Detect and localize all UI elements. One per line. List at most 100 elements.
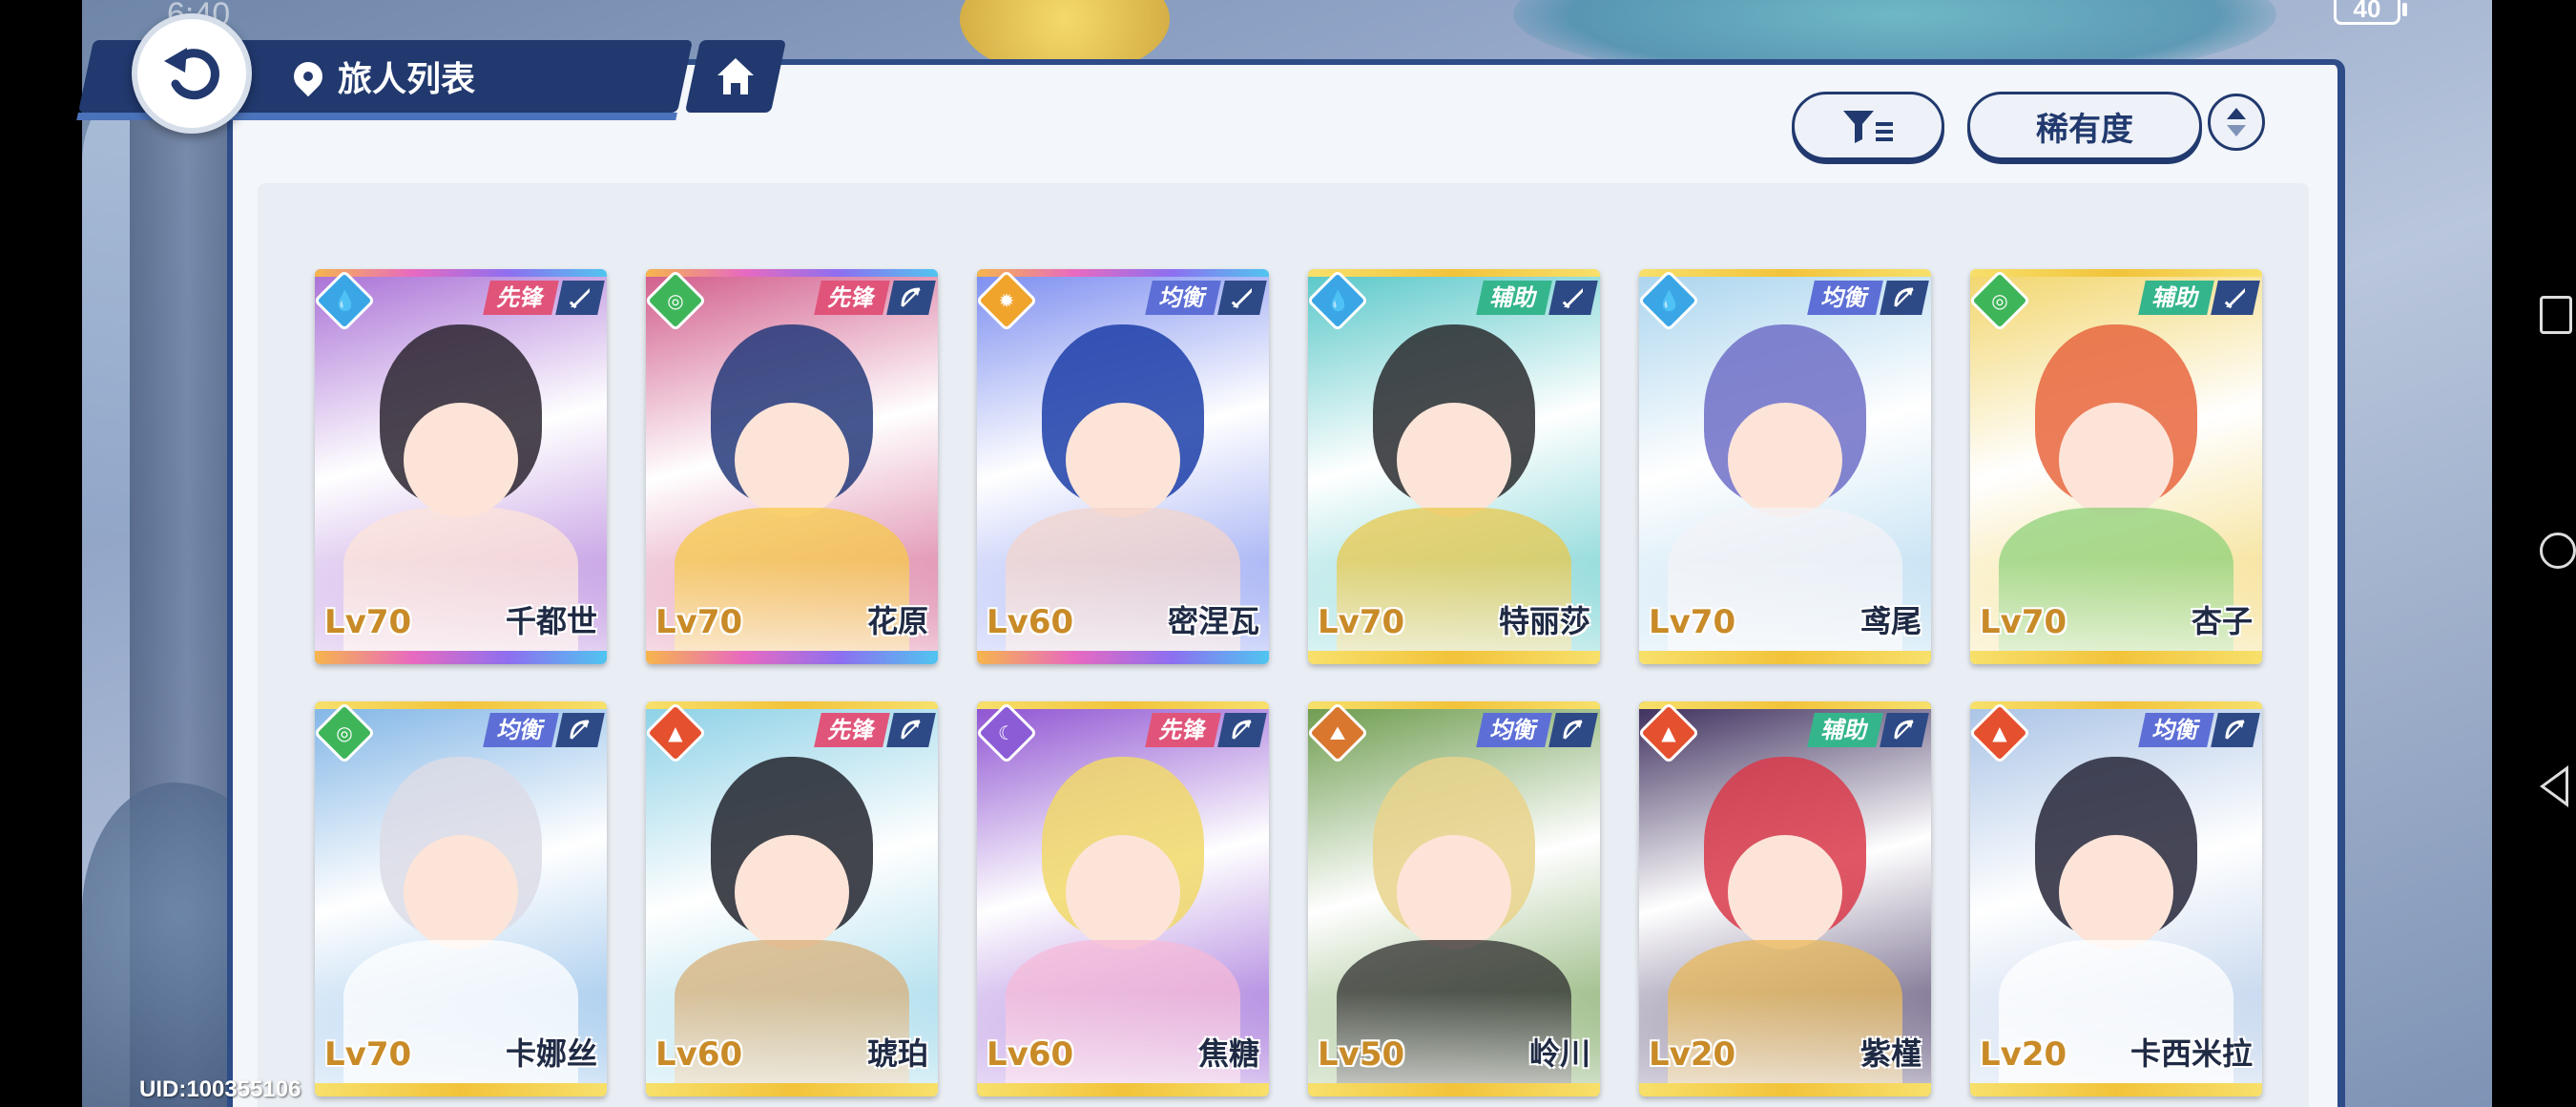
rarity-top-strip	[646, 701, 938, 709]
rarity-bar	[315, 651, 607, 664]
character-face	[1397, 835, 1511, 950]
role-badge: 先锋	[814, 713, 890, 747]
character-name: 鸢尾	[1859, 603, 1922, 639]
character-card[interactable]: ▲ 均衡 Lv20 卡西米拉	[1970, 701, 2262, 1097]
battery-icon: 40	[2334, 0, 2407, 25]
sword-icon	[555, 281, 605, 315]
character-level: Lv20	[1649, 1035, 1736, 1074]
character-name: 卡西米拉	[2129, 1035, 2253, 1072]
character-card[interactable]: 💧 均衡 Lv70 鸢尾	[1639, 269, 1931, 664]
back-arrow-icon	[164, 48, 219, 100]
character-face	[2059, 403, 2173, 517]
sort-descending-icon	[2227, 125, 2246, 136]
character-card[interactable]: ▲ 辅助 Lv20 紫槿	[1639, 701, 1931, 1097]
character-name: 岭川	[1528, 1035, 1590, 1072]
character-name: 特丽莎	[1498, 603, 1590, 639]
character-level: Lv70	[1980, 603, 2067, 641]
character-name: 密涅瓦	[1167, 603, 1259, 639]
character-face	[1066, 835, 1180, 950]
home-button[interactable]	[684, 40, 787, 113]
rarity-top-strip	[1639, 701, 1931, 709]
sword-icon	[1548, 281, 1598, 315]
bow-icon	[886, 281, 936, 315]
character-face	[404, 835, 518, 950]
role-badge: 均衡	[483, 713, 559, 747]
rarity-bar	[977, 1083, 1269, 1097]
character-card[interactable]: ◎ 辅助 Lv70 杏子	[1970, 269, 2262, 664]
character-name: 花原	[866, 603, 928, 639]
rarity-top-strip	[977, 269, 1269, 277]
character-card[interactable]: ✹ 均衡 Lv60 密涅瓦	[977, 269, 1269, 664]
character-face	[1728, 835, 1842, 950]
rarity-bar	[1970, 1083, 2262, 1097]
filter-icon	[1843, 111, 1893, 143]
rarity-top-strip	[1970, 701, 2262, 709]
rarity-top-strip	[1970, 269, 2262, 277]
character-card[interactable]: 💧 先锋 Lv70 千都世	[315, 269, 607, 664]
character-card[interactable]: ◎ 先锋 Lv70 花原	[646, 269, 938, 664]
character-name: 千都世	[505, 603, 597, 639]
character-card[interactable]: ▲ 先锋 Lv60 琥珀	[646, 701, 938, 1097]
bow-icon	[555, 713, 605, 747]
bow-icon	[1880, 713, 1929, 747]
character-face	[735, 403, 849, 517]
character-face	[404, 403, 518, 517]
character-level: Lv70	[324, 603, 412, 641]
rarity-top-strip	[1308, 701, 1600, 709]
role-badge: 辅助	[1476, 281, 1552, 315]
back-button[interactable]	[132, 13, 252, 134]
character-name: 紫槿	[1859, 1035, 1922, 1072]
page-title-label: 旅人列表	[338, 60, 476, 99]
character-grid: 💧 先锋 Lv70 千都世 ◎ 先锋 Lv70 花原 ✹ 均衡 Lv60 密涅瓦…	[258, 183, 2309, 1107]
role-badge: 辅助	[2138, 281, 2214, 315]
character-card[interactable]: ◎ 均衡 Lv70 卡娜丝	[315, 701, 607, 1097]
rarity-bar	[1308, 651, 1600, 664]
character-face	[735, 835, 849, 950]
recent-apps-icon[interactable]	[2540, 296, 2572, 334]
bow-icon	[1548, 713, 1598, 747]
role-badge: 辅助	[1807, 713, 1883, 747]
bow-icon	[1217, 713, 1267, 747]
character-card[interactable]: ☾ 先锋 Lv60 焦糖	[977, 701, 1269, 1097]
character-level: Lv70	[1318, 603, 1405, 641]
character-name: 卡娜丝	[505, 1035, 597, 1072]
rarity-bar	[315, 1083, 607, 1097]
character-level: Lv70	[1649, 603, 1736, 641]
rarity-bar	[1308, 1083, 1600, 1097]
character-face	[1397, 403, 1511, 517]
character-card[interactable]: ⛰ 均衡 Lv50 岭川	[1308, 701, 1600, 1097]
home-circle-icon[interactable]	[2540, 533, 2576, 569]
sword-icon	[1217, 281, 1267, 315]
character-level: Lv60	[987, 603, 1074, 641]
rarity-bar	[1970, 651, 2262, 664]
role-badge: 先锋	[814, 281, 890, 315]
character-level: Lv60	[655, 1035, 743, 1074]
rarity-bar	[646, 651, 938, 664]
character-level: Lv20	[1980, 1035, 2067, 1074]
character-level: Lv70	[324, 1035, 412, 1074]
rarity-top-strip	[1639, 269, 1931, 277]
rarity-bar	[646, 1083, 938, 1097]
character-name: 琥珀	[866, 1035, 928, 1072]
rarity-top-strip	[1308, 269, 1600, 277]
bow-icon	[886, 713, 936, 747]
bow-icon	[2211, 713, 2260, 747]
rarity-top-strip	[315, 269, 607, 277]
character-card[interactable]: 💧 辅助 Lv70 特丽莎	[1308, 269, 1600, 664]
sword-icon	[2211, 281, 2260, 315]
role-badge: 均衡	[2138, 713, 2214, 747]
character-level: Lv70	[655, 603, 743, 641]
player-uid: UID:100355106	[139, 1076, 301, 1102]
character-name: 杏子	[2191, 603, 2253, 639]
system-back-icon[interactable]	[2540, 765, 2568, 807]
character-face	[2059, 835, 2173, 950]
rarity-bar	[977, 651, 1269, 664]
rarity-bar	[1639, 651, 1931, 664]
sort-rarity-button[interactable]: 稀有度	[1967, 92, 2202, 160]
role-badge: 先锋	[483, 281, 559, 315]
filter-button[interactable]	[1792, 92, 1944, 160]
rarity-top-strip	[315, 701, 607, 709]
sort-order-toggle[interactable]	[2208, 94, 2265, 151]
home-icon	[717, 58, 754, 94]
bow-icon	[1880, 281, 1929, 315]
